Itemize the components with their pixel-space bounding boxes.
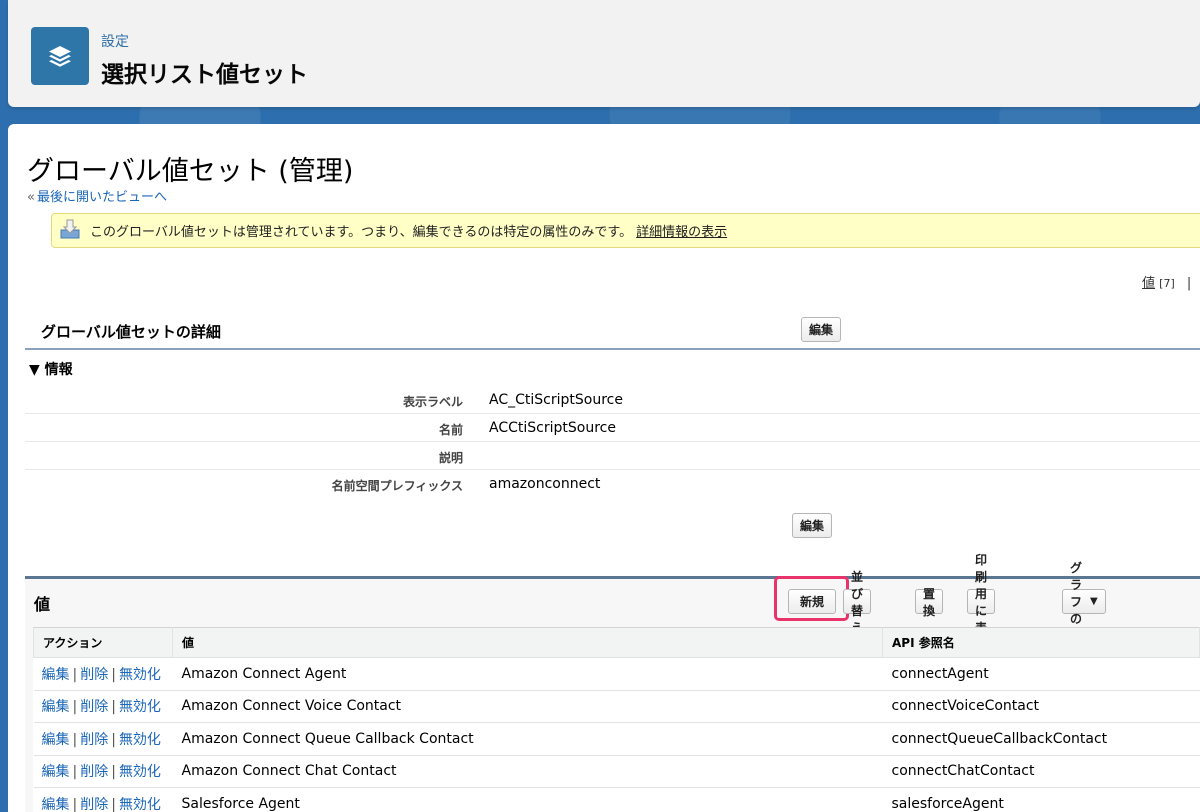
delete-link[interactable]: 削除 <box>80 764 108 780</box>
values-related-list: 値 新規 並び替え 置換 印刷用に表示 グラフの色 ▼ アクション 値 API … <box>25 553 1200 812</box>
reorder-button[interactable]: 並び替え <box>843 570 872 635</box>
detail-title: グローバル値セットの詳細 <box>41 323 221 341</box>
value-cell: Amazon Connect Queue Callback Contact <box>172 722 883 756</box>
related-list-links: 値 [7] | <box>1142 272 1191 291</box>
row-actions: 編集 | 削除 | 無効化 <box>33 787 173 812</box>
field-value: ACCtiScriptSource <box>489 420 616 436</box>
setup-header: 設定 選択リスト値セット <box>8 0 1200 107</box>
table-row: 編集 | 削除 | 無効化 Amazon Connect Voice Contact c… <box>33 690 1200 723</box>
triangle-down-icon: ▼ <box>29 362 40 378</box>
api-name-cell: connectChatContact <box>882 755 1200 788</box>
value-cell: Amazon Connect Voice Contact <box>172 690 883 723</box>
value-cell: Salesforce Agent <box>172 787 883 812</box>
link-separator: | <box>1186 276 1192 291</box>
detail-section-header: グローバル値セットの詳細 編集 <box>25 312 1200 350</box>
field-value: AC_CtiScriptSource <box>489 392 623 408</box>
edit-link[interactable]: 編集 <box>42 667 70 683</box>
deactivate-link[interactable]: 無効化 <box>119 797 161 812</box>
edit-button-top[interactable]: 編集 <box>801 317 842 342</box>
field-label: 表示ラベル <box>402 395 463 409</box>
edit-link[interactable]: 編集 <box>42 732 70 748</box>
field-value: amazonconnect <box>489 476 601 492</box>
api-name-cell: connectVoiceContact <box>882 690 1200 723</box>
api-name-cell: connectAgent <box>882 657 1200 691</box>
banner-more-info-link[interactable]: 詳細情報の表示 <box>636 221 727 240</box>
field-label: 名前空間プレフィックス <box>331 479 463 493</box>
back-link-label: 最後に開いたビューへ <box>36 190 167 205</box>
api-name-cell: salesforceAgent <box>882 787 1200 812</box>
page-title: グローバル値セット (管理) <box>27 156 354 187</box>
field-row-description: 説明 <box>25 442 1200 470</box>
header-eyebrow: 設定 <box>101 34 129 50</box>
delete-link[interactable]: 削除 <box>80 732 108 748</box>
api-name-cell: connectQueueCallbackContact <box>882 722 1200 756</box>
edit-link[interactable]: 編集 <box>42 764 70 780</box>
delete-link[interactable]: 削除 <box>80 797 108 812</box>
deactivate-link[interactable]: 無効化 <box>119 699 161 715</box>
header-title: 選択リスト値セット <box>101 62 308 88</box>
chart-colors-button[interactable]: グラフの色 ▼ <box>1062 561 1106 643</box>
row-actions: 編集 | 削除 | 無効化 <box>33 755 173 788</box>
info-section-toggle[interactable]: ▼ 情報 <box>29 359 73 379</box>
column-header-action: アクション <box>33 627 173 658</box>
table-row: 編集 | 削除 | 無効化 Amazon Connect Queue Callback … <box>33 722 1200 756</box>
deactivate-link[interactable]: 無効化 <box>119 732 161 748</box>
table-row: 編集 | 削除 | 無効化 Amazon Connect Chat Contact co… <box>33 755 1200 788</box>
banner-message: このグローバル値セットは管理されています。つまり、編集できるのは特定の属性のみで… <box>90 225 633 240</box>
field-row-label: 表示ラベル AC_CtiScriptSource <box>25 386 1200 414</box>
deactivate-link[interactable]: 無効化 <box>119 667 161 683</box>
caret-down-icon: ▼ <box>1090 596 1098 607</box>
field-row-namespace: 名前空間プレフィックス amazonconnect <box>25 470 1200 498</box>
edit-button-bottom[interactable]: 編集 <box>792 513 833 538</box>
info-section-label: 情報 <box>44 362 73 378</box>
field-row-name: 名前 ACCtiScriptSource <box>25 414 1200 442</box>
row-actions: 編集 | 削除 | 無効化 <box>33 722 173 756</box>
values-count: [7] <box>1159 277 1175 290</box>
table-row: 編集 | 削除 | 無効化 Salesforce Agent salesforceAge… <box>33 787 1200 812</box>
value-cell: Amazon Connect Chat Contact <box>172 755 883 788</box>
row-actions: 編集 | 削除 | 無効化 <box>33 657 173 691</box>
managed-info-banner: このグローバル値セットは管理されています。つまり、編集できるのは特定の属性のみで… <box>51 213 1200 248</box>
values-table: アクション 値 API 参照名 編集 | 削除 | 無効化 Amazon Connect… <box>33 627 1200 812</box>
edit-link[interactable]: 編集 <box>42 797 70 812</box>
field-label: 名前 <box>438 423 463 437</box>
row-actions: 編集 | 削除 | 無効化 <box>33 690 173 723</box>
stack-layers-icon <box>31 27 89 85</box>
values-link[interactable]: 値 <box>1142 276 1155 291</box>
column-header-value: 値 <box>172 627 883 658</box>
replace-button[interactable]: 置換 <box>915 587 944 618</box>
double-chevron-left-icon: « <box>27 190 35 205</box>
table-header-row: アクション 値 API 参照名 <box>33 627 1200 658</box>
edit-link[interactable]: 編集 <box>42 699 70 715</box>
field-label: 説明 <box>438 451 463 465</box>
delete-link[interactable]: 削除 <box>80 667 108 683</box>
printable-view-button[interactable]: 印刷用に表示 <box>967 553 996 652</box>
download-tray-icon <box>60 219 80 243</box>
new-value-button[interactable]: 新規 <box>788 589 836 614</box>
column-header-api-name: API 参照名 <box>882 627 1200 658</box>
value-cell: Amazon Connect Agent <box>172 657 883 691</box>
deactivate-link[interactable]: 無効化 <box>119 764 161 780</box>
delete-link[interactable]: 削除 <box>80 699 108 715</box>
values-title: 値 <box>34 595 51 614</box>
table-row: 編集 | 削除 | 無効化 Amazon Connect Agent connectAg… <box>33 657 1200 691</box>
main-content: グローバル値セット (管理) «最後に開いたビューへ このグローバル値セットは管… <box>8 124 1200 812</box>
back-link[interactable]: «最後に開いたビューへ <box>27 186 167 205</box>
